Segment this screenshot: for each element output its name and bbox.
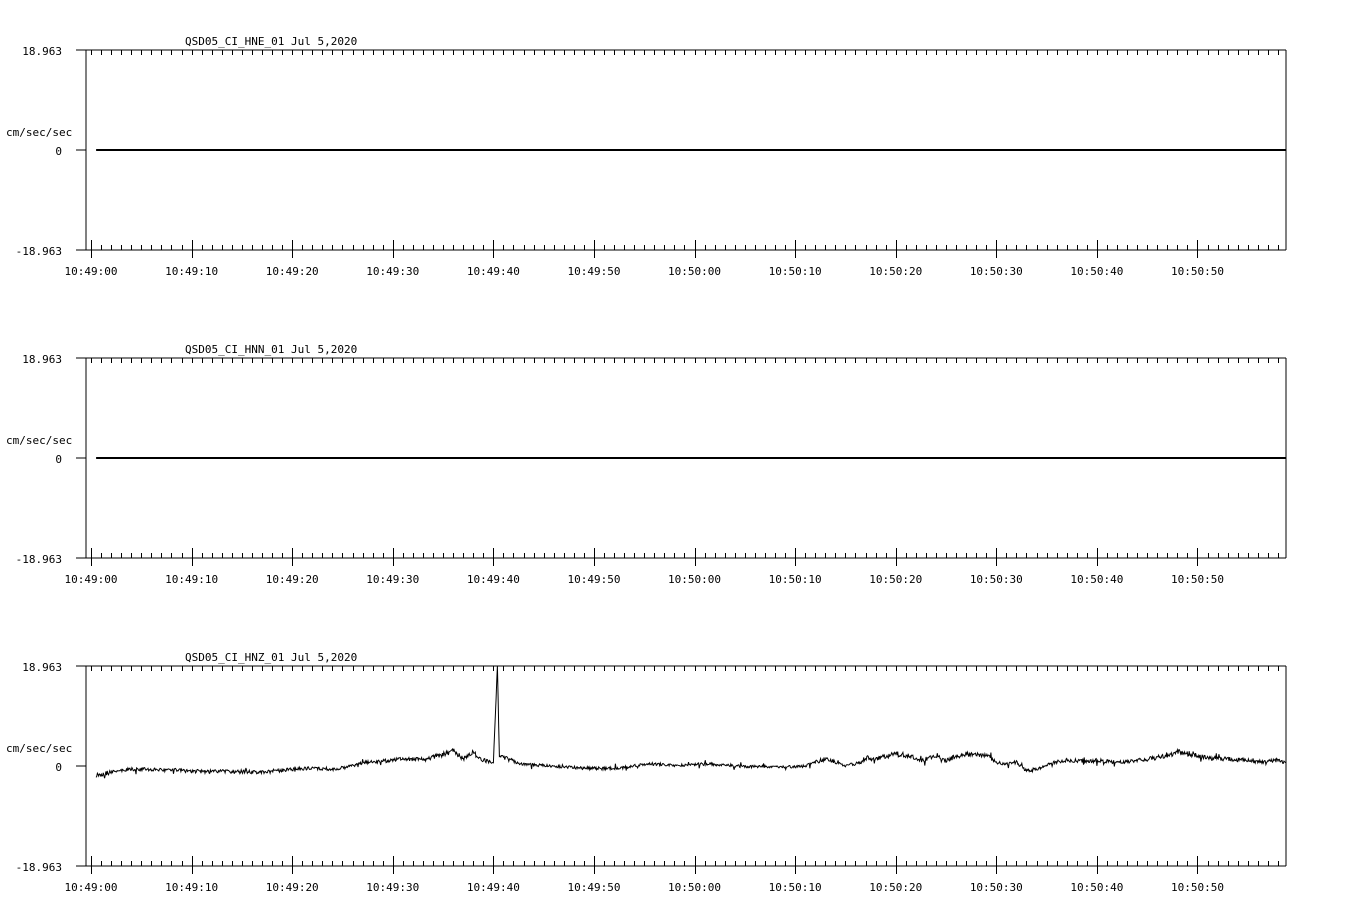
x-tick-label: 10:50:40 xyxy=(1070,881,1123,894)
y-tick-min: -18.963 xyxy=(16,861,62,874)
x-tick-label: 10:50:20 xyxy=(869,573,922,586)
x-tick-label: 10:49:10 xyxy=(165,573,218,586)
x-tick-label: 10:50:50 xyxy=(1171,573,1224,586)
seismogram-figure: QSD05_CI_HNE_01 Jul 5,2020 cm/sec/sec 18… xyxy=(6,35,1287,894)
y-axis-label: cm/sec/sec xyxy=(6,126,72,139)
x-tick-label: 10:50:50 xyxy=(1171,881,1224,894)
x-tick-label: 10:50:00 xyxy=(668,881,721,894)
x-tick-label: 10:50:20 xyxy=(869,881,922,894)
y-tick-zero: 0 xyxy=(55,761,62,774)
x-tick-label: 10:49:00 xyxy=(65,265,118,278)
x-tick-label: 10:49:50 xyxy=(567,573,620,586)
x-tick-label: 10:49:20 xyxy=(266,573,319,586)
x-tick-label: 10:50:50 xyxy=(1171,265,1224,278)
waveform-trace xyxy=(95,665,1287,779)
panel-hnn: QSD05_CI_HNN_01 Jul 5,2020 cm/sec/sec 18… xyxy=(6,343,1287,586)
x-tick-label: 10:50:40 xyxy=(1070,573,1123,586)
x-tick-label: 10:49:30 xyxy=(366,265,419,278)
x-tick-label: 10:49:50 xyxy=(567,881,620,894)
y-axis-label: cm/sec/sec xyxy=(6,742,72,755)
x-tick-label: 10:49:40 xyxy=(467,881,520,894)
x-tick-label: 10:50:00 xyxy=(668,573,721,586)
x-tick-label: 10:49:10 xyxy=(165,265,218,278)
x-tick-label: 10:50:30 xyxy=(970,265,1023,278)
x-tick-label: 10:49:00 xyxy=(65,881,118,894)
y-tick-zero: 0 xyxy=(55,453,62,466)
panel-hnz: QSD05_CI_HNZ_01 Jul 5,2020 cm/sec/sec 18… xyxy=(6,651,1287,894)
x-tick-label: 10:49:40 xyxy=(467,573,520,586)
y-tick-zero: 0 xyxy=(55,145,62,158)
x-tick-label: 10:49:50 xyxy=(567,265,620,278)
panel-hne: QSD05_CI_HNE_01 Jul 5,2020 cm/sec/sec 18… xyxy=(6,35,1287,278)
y-tick-min: -18.963 xyxy=(16,553,62,566)
x-tick-label: 10:50:30 xyxy=(970,881,1023,894)
x-tick-label: 10:50:30 xyxy=(970,573,1023,586)
x-tick-label: 10:50:10 xyxy=(769,881,822,894)
x-tick-label: 10:49:10 xyxy=(165,881,218,894)
panel-title: QSD05_CI_HNZ_01 Jul 5,2020 xyxy=(185,651,357,664)
x-tick-label: 10:49:20 xyxy=(266,265,319,278)
x-tick-label: 10:49:30 xyxy=(366,881,419,894)
x-tick-label: 10:50:40 xyxy=(1070,265,1123,278)
x-tick-label: 10:49:30 xyxy=(366,573,419,586)
x-tick-label: 10:50:00 xyxy=(668,265,721,278)
y-tick-max: 18.963 xyxy=(22,661,62,674)
y-tick-max: 18.963 xyxy=(22,353,62,366)
panel-title: QSD05_CI_HNN_01 Jul 5,2020 xyxy=(185,343,357,356)
x-tick-label: 10:50:10 xyxy=(769,573,822,586)
x-tick-label: 10:50:20 xyxy=(869,265,922,278)
x-tick-label: 10:50:10 xyxy=(769,265,822,278)
y-axis-label: cm/sec/sec xyxy=(6,434,72,447)
panel-title: QSD05_CI_HNE_01 Jul 5,2020 xyxy=(185,35,357,48)
x-tick-label: 10:49:40 xyxy=(467,265,520,278)
x-tick-label: 10:49:20 xyxy=(266,881,319,894)
y-tick-min: -18.963 xyxy=(16,245,62,258)
y-tick-max: 18.963 xyxy=(22,45,62,58)
x-tick-label: 10:49:00 xyxy=(65,573,118,586)
